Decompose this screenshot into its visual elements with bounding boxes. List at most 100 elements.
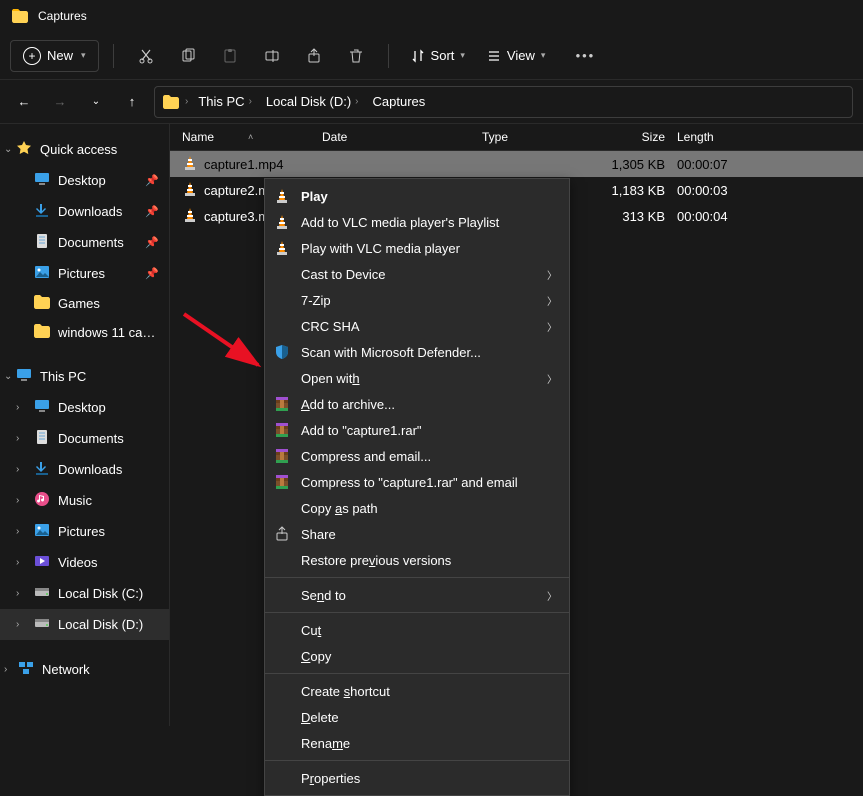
sidebar-item-windows-11-capptures[interactable]: windows 11 capptures: [0, 318, 169, 347]
sidebar-item-label: Games: [58, 296, 159, 311]
desktop-icon: [34, 171, 50, 190]
sidebar-item-pictures[interactable]: Pictures📌: [0, 258, 169, 289]
sidebar-item-downloads[interactable]: Downloads📌: [0, 196, 169, 227]
context-item-label: Play: [301, 189, 557, 204]
sidebar-item-label: Downloads: [58, 204, 137, 219]
sidebar-item-label: Local Disk (D:): [58, 617, 159, 632]
col-date[interactable]: Date: [322, 130, 482, 144]
sidebar-quick-access[interactable]: ⌄ Quick access: [0, 134, 169, 165]
sidebar-item-documents[interactable]: Documents📌: [0, 227, 169, 258]
context-item-crc-sha[interactable]: CRC SHA〉: [265, 313, 569, 339]
col-type[interactable]: Type: [482, 130, 597, 144]
forward-button[interactable]: →: [46, 88, 74, 116]
sidebar-item-videos[interactable]: ›Videos: [0, 547, 169, 578]
chevron-down-icon: ▾: [460, 50, 465, 61]
breadcrumb[interactable]: Local Disk (D:)›: [262, 92, 363, 111]
column-headers: Name˄ Date Type Size Length: [170, 124, 863, 151]
context-item-label: CRC SHA: [301, 319, 537, 334]
back-button[interactable]: ←: [10, 88, 38, 116]
context-item-icon: [273, 317, 291, 335]
paste-icon[interactable]: [212, 38, 248, 74]
folder-icon: [12, 9, 28, 23]
context-item-scan-with-microsoft-defender-[interactable]: Scan with Microsoft Defender...: [265, 339, 569, 365]
sort-asc-icon: ˄: [248, 132, 253, 142]
context-item-compress-to-capture1-rar-and-email[interactable]: Compress to "capture1.rar" and email: [265, 469, 569, 495]
context-item-create-shortcut[interactable]: Create shortcut: [265, 678, 569, 704]
context-item-send-to[interactable]: Send to〉: [265, 582, 569, 608]
context-item-share[interactable]: Share: [265, 521, 569, 547]
file-row[interactable]: capture1.mp41,305 KB00:00:07: [170, 151, 863, 177]
sidebar-item-documents[interactable]: ›Documents: [0, 423, 169, 454]
cut-icon[interactable]: [128, 38, 164, 74]
share-icon[interactable]: [296, 38, 332, 74]
new-label: New: [47, 48, 73, 63]
rename-icon[interactable]: [254, 38, 290, 74]
col-length[interactable]: Length: [677, 130, 757, 144]
network-icon: [18, 660, 34, 679]
context-item-rename[interactable]: Rename: [265, 730, 569, 756]
col-name[interactable]: Name˄: [182, 130, 322, 144]
context-item-7-zip[interactable]: 7-Zip〉: [265, 287, 569, 313]
sidebar-this-pc[interactable]: ⌄ This PC: [0, 361, 169, 392]
context-item-label: Cut: [301, 623, 557, 638]
disk-icon: [34, 584, 50, 603]
file-length-cell: 00:00:03: [677, 183, 757, 198]
delete-icon[interactable]: [338, 38, 374, 74]
context-item-icon: [273, 343, 291, 361]
sort-button[interactable]: Sort ▾: [403, 48, 473, 63]
breadcrumb[interactable]: Captures: [369, 92, 430, 111]
vlc-icon: [182, 207, 198, 226]
context-item-play-with-vlc-media-player[interactable]: Play with VLC media player: [265, 235, 569, 261]
address-bar[interactable]: › This PC› Local Disk (D:)› Captures: [154, 86, 853, 118]
breadcrumb[interactable]: This PC›: [194, 92, 256, 111]
sidebar-network[interactable]: › Network: [0, 654, 169, 685]
file-size-cell: 1,183 KB: [597, 183, 677, 198]
sidebar-item-pictures[interactable]: ›Pictures: [0, 516, 169, 547]
context-item-open-with[interactable]: Open with〉: [265, 365, 569, 391]
star-icon: [16, 140, 32, 159]
context-item-icon: [273, 525, 291, 543]
context-item-restore-previous-versions[interactable]: Restore previous versions: [265, 547, 569, 573]
col-size[interactable]: Size: [597, 130, 677, 144]
recent-chevron[interactable]: ⌄: [82, 88, 110, 116]
sidebar-item-label: Quick access: [40, 142, 159, 157]
sidebar-item-music[interactable]: ›Music: [0, 485, 169, 516]
context-item-cast-to-device[interactable]: Cast to Device〉: [265, 261, 569, 287]
context-item-add-to-vlc-media-player-s-playlist[interactable]: Add to VLC media player's Playlist: [265, 209, 569, 235]
sidebar-item-games[interactable]: Games: [0, 289, 169, 318]
context-item-copy-as-path[interactable]: Copy as path: [265, 495, 569, 521]
context-separator: [265, 612, 569, 613]
context-item-cut[interactable]: Cut: [265, 617, 569, 643]
context-item-label: Add to "capture1.rar": [301, 423, 557, 438]
context-item-icon: [273, 291, 291, 309]
sidebar-item-desktop[interactable]: ›Desktop: [0, 392, 169, 423]
sidebar-item-local-disk-d-[interactable]: ›Local Disk (D:): [0, 609, 169, 640]
sidebar-item-local-disk-c-[interactable]: ›Local Disk (C:): [0, 578, 169, 609]
context-item-add-to-archive-[interactable]: Add to archive...: [265, 391, 569, 417]
expand-icon: ›: [16, 464, 28, 475]
view-label: View: [507, 48, 535, 63]
context-item-properties[interactable]: Properties: [265, 765, 569, 791]
up-button[interactable]: ↑: [118, 88, 146, 116]
context-item-compress-and-email-[interactable]: Compress and email...: [265, 443, 569, 469]
sidebar-item-label: Documents: [58, 235, 137, 250]
file-size-cell: 313 KB: [597, 209, 677, 224]
context-item-delete[interactable]: Delete: [265, 704, 569, 730]
context-item-play[interactable]: Play: [265, 183, 569, 209]
new-button[interactable]: + New ▾: [10, 40, 99, 72]
context-item-label: Rename: [301, 736, 557, 751]
view-button[interactable]: View ▾: [479, 48, 553, 63]
monitor-icon: [16, 367, 32, 386]
folder-icon: [34, 324, 50, 341]
context-item-icon: [273, 239, 291, 257]
pictures-icon: [34, 522, 50, 541]
copy-icon[interactable]: [170, 38, 206, 74]
sidebar-item-downloads[interactable]: ›Downloads: [0, 454, 169, 485]
chevron-right-icon: ›: [185, 96, 188, 107]
plus-icon: +: [23, 47, 41, 65]
sidebar-item-desktop[interactable]: Desktop📌: [0, 165, 169, 196]
context-item-add-to-capture1-rar-[interactable]: Add to "capture1.rar": [265, 417, 569, 443]
context-item-icon: [273, 682, 291, 700]
more-icon[interactable]: •••: [567, 38, 603, 74]
context-item-copy[interactable]: Copy: [265, 643, 569, 669]
